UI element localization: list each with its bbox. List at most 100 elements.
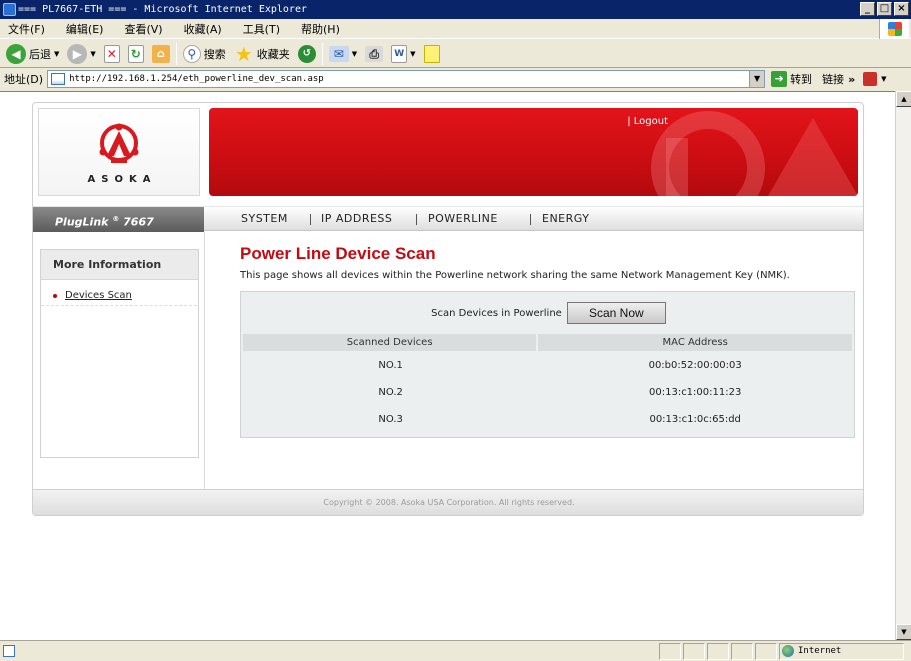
links-label: 链接	[822, 73, 845, 86]
page-footer: Copyright © 2008. Asoka USA Corporation.…	[33, 489, 863, 515]
address-bar: 地址(D) http://192.168.1.254/eth_powerline…	[0, 69, 911, 89]
home-icon: ⌂	[151, 44, 170, 63]
logo-wordmark: ASOKA	[87, 173, 157, 185]
go-label: 转到	[790, 73, 813, 86]
address-dropdown-icon[interactable]: ▼	[749, 71, 765, 87]
browser-viewport: ASOKA | Logout PlugLink ® 7667 SYSTEM IP…	[0, 91, 895, 640]
chevron-right-icon[interactable]: »	[848, 73, 855, 86]
menu-tools[interactable]: 工具(T)	[243, 21, 280, 37]
header-banner: | Logout	[209, 108, 858, 196]
printer-icon: ⎙	[365, 45, 384, 62]
print-button[interactable]: ⎙	[363, 42, 385, 66]
home-button[interactable]: ⌂	[150, 42, 172, 66]
globe-icon	[782, 645, 794, 657]
status-text-area	[17, 643, 657, 660]
devices-scan-link[interactable]: Devices Scan	[65, 290, 132, 301]
star-icon: ★	[234, 41, 253, 66]
device-mac: 00:13:c1:0c:65:dd	[649, 414, 741, 425]
table-row: NO.2 00:13:c1:00:11:23	[243, 378, 852, 405]
menu-favorites[interactable]: 收藏(A)	[184, 21, 222, 37]
minimize-button[interactable]: _	[860, 2, 875, 16]
scroll-down-icon[interactable]: ▼	[896, 624, 911, 640]
pdf-dropdown-icon[interactable]: ▼	[881, 75, 886, 83]
mail-button[interactable]: ✉ ▼	[327, 42, 359, 66]
sidebar-item-devices-scan[interactable]: Devices Scan	[41, 290, 197, 306]
nav-separator	[416, 214, 417, 225]
forward-button[interactable]: ▶ ▼	[65, 42, 97, 66]
edit-dropdown-icon[interactable]: ▼	[410, 50, 415, 58]
notes-button[interactable]	[422, 42, 442, 66]
address-url[interactable]: http://192.168.1.254/eth_powerline_dev_s…	[69, 74, 324, 84]
asoka-logo-icon	[99, 123, 139, 163]
nav-system[interactable]: SYSTEM	[241, 207, 288, 232]
scan-now-button[interactable]: Scan Now	[566, 302, 666, 324]
zone-label: Internet	[798, 646, 842, 656]
brand-model: 7667	[119, 215, 154, 229]
logout-link[interactable]: | Logout	[627, 116, 668, 127]
window-title-bar: === PL7667-ETH === - Microsoft Internet …	[0, 0, 911, 19]
search-button[interactable]: ⚲ 搜索	[181, 42, 228, 66]
toolbar-separator	[321, 42, 323, 65]
pdf-icon[interactable]	[863, 72, 878, 86]
page-status-icon	[3, 645, 15, 657]
mail-icon: ✉	[328, 45, 349, 62]
sidebar: More Information Devices Scan	[40, 249, 199, 458]
nav-energy[interactable]: ENERGY	[542, 207, 589, 232]
toolbar-separator	[175, 42, 177, 65]
security-zone: Internet	[779, 642, 904, 660]
vertical-scrollbar[interactable]: ▲ ▼	[895, 91, 911, 640]
refresh-icon: ↻	[127, 44, 144, 63]
forward-dropdown-icon[interactable]: ▼	[90, 50, 95, 58]
search-icon: ⚲	[182, 44, 201, 63]
status-cell	[731, 642, 753, 660]
brand-name: PlugLink	[55, 215, 109, 229]
menu-edit[interactable]: 编辑(E)	[66, 21, 104, 37]
edit-button[interactable]: W ▼	[389, 42, 417, 66]
forward-arrow-icon: ▶	[67, 43, 88, 64]
back-button[interactable]: ◀ 后退 ▼	[4, 42, 61, 66]
note-icon	[423, 44, 440, 63]
favorites-label: 收藏夹	[256, 47, 290, 61]
links-button[interactable]: 链接 » ▼	[822, 71, 887, 87]
window-controls: _ □ ×	[860, 2, 909, 16]
nav-separator	[530, 214, 531, 225]
page-title: Power Line Device Scan	[240, 244, 436, 263]
refresh-button[interactable]: ↻	[126, 42, 146, 66]
toolbar: ◀ 后退 ▼ ▶ ▼ ✕ ↻ ⌂ ⚲ 搜索 ★ 收藏夹 ↺ ✉ ▼ ⎙ W ▼	[0, 40, 911, 68]
nav-ip-address[interactable]: IP ADDRESS	[321, 207, 392, 232]
scroll-up-icon[interactable]: ▲	[896, 91, 911, 107]
scan-panel: Scan Devices in Powerline Scan Now Scann…	[240, 291, 855, 438]
stop-icon: ✕	[103, 44, 120, 63]
back-label: 后退	[29, 47, 51, 61]
close-button[interactable]: ×	[894, 2, 909, 16]
sidebar-heading: More Information	[41, 250, 198, 280]
banner-decoration	[651, 111, 858, 196]
window-title: === PL7667-ETH === - Microsoft Internet …	[18, 4, 307, 15]
status-cell	[683, 642, 705, 660]
table-header-row: Scanned Devices MAC Address	[243, 334, 852, 351]
ie-icon	[3, 3, 16, 16]
status-cell	[659, 642, 681, 660]
devices-table: Scanned Devices MAC Address NO.1 00:b0:5…	[243, 334, 852, 432]
history-button[interactable]: ↺	[296, 42, 318, 66]
menu-help[interactable]: 帮助(H)	[301, 21, 340, 37]
menu-view[interactable]: 查看(V)	[124, 21, 162, 37]
menu-file[interactable]: 文件(F)	[8, 21, 45, 37]
device-number: NO.2	[378, 387, 403, 398]
maximize-button[interactable]: □	[877, 2, 892, 16]
nav-powerline[interactable]: POWERLINE	[428, 207, 498, 232]
go-button[interactable]: ➜ 转到	[771, 71, 812, 87]
scan-label: Scan Devices in Powerline	[431, 307, 562, 319]
mail-dropdown-icon[interactable]: ▼	[352, 50, 357, 58]
stop-button[interactable]: ✕	[102, 42, 122, 66]
status-bar: Internet	[0, 640, 911, 661]
device-mac: 00:b0:52:00:00:03	[648, 360, 742, 371]
status-cell	[707, 642, 729, 660]
back-arrow-icon: ◀	[6, 43, 26, 64]
history-icon: ↺	[297, 44, 316, 63]
back-dropdown-icon[interactable]: ▼	[54, 50, 59, 58]
favorites-button[interactable]: ★ 收藏夹	[232, 42, 292, 66]
address-field[interactable]: http://192.168.1.254/eth_powerline_dev_s…	[47, 70, 766, 88]
search-label: 搜索	[203, 47, 226, 61]
edit-document-icon: W	[391, 44, 408, 63]
